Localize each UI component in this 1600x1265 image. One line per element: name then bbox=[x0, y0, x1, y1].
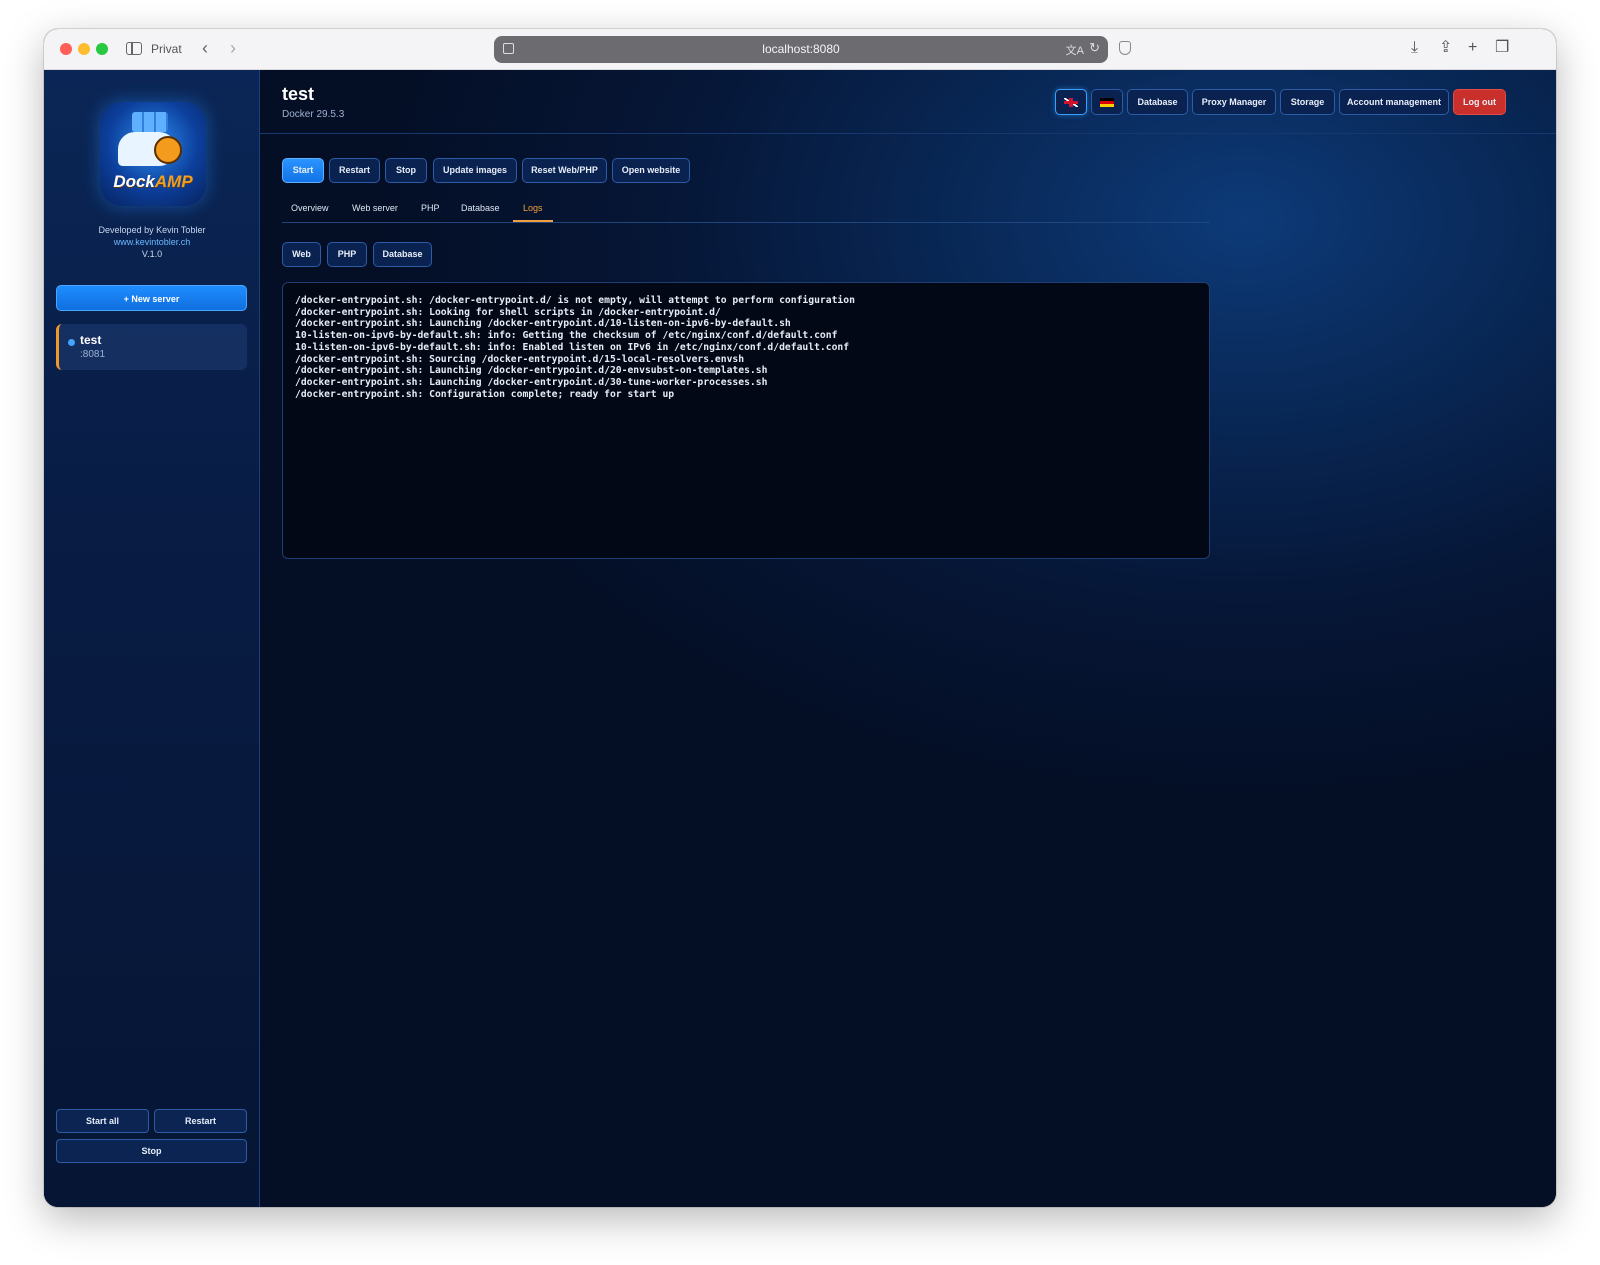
forward-arrow-icon[interactable]: › bbox=[230, 38, 236, 58]
privacy-shield-icon[interactable] bbox=[1119, 41, 1131, 55]
log-line: /docker-entrypoint.sh: Configuration com… bbox=[295, 388, 675, 400]
proxy-manager-button[interactable]: Proxy Manager bbox=[1192, 89, 1276, 115]
start-button[interactable]: Start bbox=[282, 158, 324, 183]
download-icon[interactable]: ⤓ bbox=[1411, 38, 1418, 58]
log-line: /docker-entrypoint.sh: Launching /docker… bbox=[295, 365, 768, 377]
logout-button[interactable]: Log out bbox=[1453, 89, 1506, 115]
active-tab-indicator bbox=[513, 220, 553, 222]
app-root: DockAMP Developed by Kevin Tobler www.ke… bbox=[44, 70, 1556, 1207]
log-source-php-button[interactable]: PHP bbox=[327, 242, 367, 267]
browser-profile-label[interactable]: Privat bbox=[151, 42, 182, 56]
account-management-button[interactable]: Account management bbox=[1339, 89, 1449, 115]
developer-website-link[interactable]: www.kevintobler.ch bbox=[44, 236, 260, 248]
tab-logs[interactable]: Logs bbox=[523, 203, 543, 213]
zoom-window-button[interactable] bbox=[96, 43, 108, 55]
server-port: :8081 bbox=[80, 349, 106, 360]
log-line: /docker-entrypoint.sh: Launching /docker… bbox=[295, 318, 791, 330]
logo-crates bbox=[132, 112, 168, 132]
log-line: /docker-entrypoint.sh: Launching /docker… bbox=[295, 376, 768, 388]
storage-button[interactable]: Storage bbox=[1280, 89, 1335, 115]
update-images-button[interactable]: Update images bbox=[433, 158, 517, 183]
log-line: 10-listen-on-ipv6-by-default.sh: info: E… bbox=[295, 341, 850, 353]
share-icon[interactable]: ⇪ bbox=[1439, 38, 1452, 58]
tabs-divider bbox=[282, 222, 1210, 223]
dockamp-logo: DockAMP bbox=[100, 102, 206, 206]
stop-button[interactable]: Stop bbox=[385, 158, 427, 183]
server-status-dot bbox=[68, 339, 75, 346]
minimize-window-button[interactable] bbox=[78, 43, 90, 55]
new-tab-icon[interactable]: + bbox=[1468, 38, 1477, 58]
docker-version: Docker 29.5.3 bbox=[282, 109, 345, 120]
tab-php[interactable]: PHP bbox=[421, 203, 440, 213]
logo-text: DockAMP bbox=[113, 172, 193, 191]
tab-web-server[interactable]: Web server bbox=[352, 203, 398, 213]
log-line: /docker-entrypoint.sh: Sourcing /docker-… bbox=[295, 353, 745, 365]
log-source-database-button[interactable]: Database bbox=[373, 242, 432, 267]
logo-globe-icon bbox=[154, 136, 182, 164]
sidebar: DockAMP Developed by Kevin Tobler www.ke… bbox=[44, 70, 260, 1207]
reset-web-php-button[interactable]: Reset Web/PHP bbox=[522, 158, 607, 183]
address-bar[interactable]: localhost:8080 文A ↻ bbox=[494, 36, 1108, 63]
language-english-button[interactable] bbox=[1055, 89, 1087, 115]
reload-icon[interactable]: ↻ bbox=[1089, 40, 1100, 56]
new-server-button[interactable]: + New server bbox=[56, 285, 247, 311]
uk-flag-icon bbox=[1064, 98, 1078, 107]
log-line: /docker-entrypoint.sh: /docker-entrypoin… bbox=[295, 295, 855, 306]
german-flag-icon bbox=[1100, 98, 1114, 107]
restart-all-button[interactable]: Restart bbox=[154, 1109, 247, 1133]
log-line: 10-listen-on-ipv6-by-default.sh: info: G… bbox=[295, 330, 838, 342]
translate-icon[interactable]: 文A bbox=[1066, 42, 1084, 58]
open-website-button[interactable]: Open website bbox=[612, 158, 690, 183]
tab-database[interactable]: Database bbox=[461, 203, 500, 213]
log-line: /docker-entrypoint.sh: Looking for shell… bbox=[295, 306, 721, 318]
tab-overview-icon[interactable]: ❐ bbox=[1495, 38, 1509, 58]
stop-all-button[interactable]: Stop bbox=[56, 1139, 247, 1163]
sidebar-toggle-icon[interactable] bbox=[126, 42, 142, 55]
tab-overview[interactable]: Overview bbox=[291, 203, 329, 213]
database-button[interactable]: Database bbox=[1127, 89, 1188, 115]
browser-window: Privat ‹ › localhost:8080 文A ↻ ⤓ ⇪ + ❐ D… bbox=[44, 29, 1556, 1207]
language-german-button[interactable] bbox=[1091, 89, 1123, 115]
start-all-button[interactable]: Start all bbox=[56, 1109, 149, 1133]
address-bar-url[interactable]: localhost:8080 bbox=[494, 42, 1108, 56]
log-output[interactable]: /docker-entrypoint.sh: /docker-entrypoin… bbox=[282, 282, 1210, 559]
app-version: V.1.0 bbox=[141, 249, 163, 259]
log-source-web-button[interactable]: Web bbox=[282, 242, 321, 267]
server-name: test bbox=[80, 333, 102, 347]
restart-button[interactable]: Restart bbox=[329, 158, 380, 183]
close-window-button[interactable] bbox=[60, 43, 72, 55]
page-title: test bbox=[282, 84, 315, 104]
server-list-item[interactable]: test :8081 bbox=[56, 324, 247, 370]
developer-credit: Developed by Kevin Tobler bbox=[98, 225, 206, 235]
back-arrow-icon[interactable]: ‹ bbox=[202, 38, 208, 58]
browser-toolbar: Privat ‹ › localhost:8080 文A ↻ ⤓ ⇪ + ❐ bbox=[44, 29, 1556, 70]
